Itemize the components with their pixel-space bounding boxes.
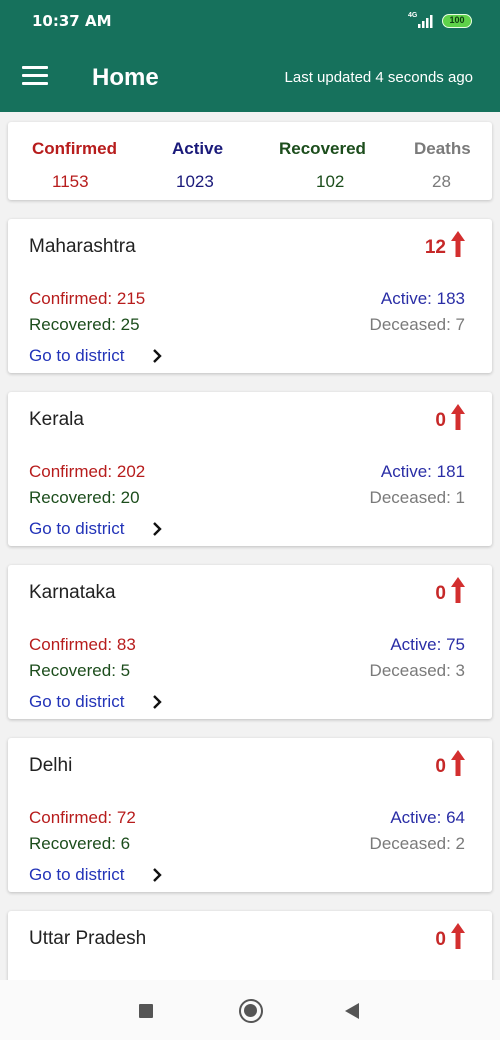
recents-square-icon[interactable] (139, 1004, 153, 1018)
confirmed-count: Confirmed: 202 (29, 462, 146, 481)
summary-active-value: 1023 (176, 172, 214, 191)
deceased-count: Deceased: 3 (369, 661, 465, 680)
menu-icon[interactable] (22, 66, 48, 86)
daily-change-value: 0 (435, 410, 446, 431)
daily-change-value: 0 (435, 929, 446, 950)
app-bar: Home Last updated 4 seconds ago (0, 42, 500, 112)
confirmed-count: Confirmed: 83 (29, 635, 136, 654)
summary-recovered-label: Recovered (279, 139, 366, 158)
state-name: Delhi (29, 755, 73, 776)
confirmed-count: Confirmed: 72 (29, 808, 136, 827)
summary-deaths-value: 28 (432, 172, 451, 191)
state-name: Maharashtra (29, 236, 136, 257)
system-nav-bar (0, 980, 500, 1040)
chevron-right-icon[interactable] (152, 348, 162, 364)
battery-icon: 100 (442, 14, 472, 28)
summary-active-label: Active (172, 139, 224, 158)
arrow-up-icon (451, 577, 465, 603)
deceased-count: Deceased: 1 (369, 488, 465, 507)
arrow-up-icon (451, 404, 465, 430)
go-to-district-link[interactable]: Go to district (29, 865, 124, 885)
arrow-up-icon (451, 231, 465, 257)
signal-icon (418, 15, 433, 28)
active-count: Active: 64 (390, 808, 465, 827)
back-triangle-icon[interactable] (344, 1002, 360, 1020)
chevron-right-icon[interactable] (152, 694, 162, 710)
active-count: Active: 75 (390, 635, 465, 654)
summary-confirmed-label: Confirmed (32, 139, 117, 158)
state-name: Uttar Pradesh (29, 928, 147, 949)
status-time: 10:37 AM (32, 12, 112, 30)
home-circle-icon[interactable] (239, 999, 263, 1023)
state-card[interactable]: Uttar Pradesh 0 (8, 911, 492, 991)
summary-card: Confirmed 1153 Active 1023 Recovered 102… (8, 122, 492, 200)
summary-confirmed-value: 1153 (52, 172, 89, 191)
network-type-label: 4G (408, 12, 418, 19)
recovered-count: Recovered: 6 (29, 834, 131, 853)
active-count: Active: 181 (380, 462, 465, 481)
arrow-up-icon (451, 923, 465, 949)
go-to-district-link[interactable]: Go to district (29, 346, 124, 366)
state-card[interactable]: Maharashtra 12 Confirmed: 215 Active: 18… (8, 219, 492, 373)
state-card[interactable]: Delhi 0 Confirmed: 72 Active: 64 Recover… (8, 738, 492, 892)
active-count: Active: 183 (380, 289, 465, 308)
summary-deaths-label: Deaths (414, 139, 471, 158)
deceased-count: Deceased: 2 (369, 834, 465, 853)
go-to-district-link[interactable]: Go to district (29, 519, 124, 539)
state-card[interactable]: Kerala 0 Confirmed: 202 Active: 181 Reco… (8, 392, 492, 546)
daily-change-value: 0 (435, 583, 446, 604)
confirmed-count: Confirmed: 215 (29, 289, 146, 308)
go-to-district-link[interactable]: Go to district (29, 692, 124, 712)
recovered-count: Recovered: 25 (29, 315, 140, 334)
recovered-count: Recovered: 5 (29, 661, 131, 680)
state-card[interactable]: Karnataka 0 Confirmed: 83 Active: 75 Rec… (8, 565, 492, 719)
daily-change-value: 12 (424, 237, 446, 258)
last-updated-text: Last updated 4 seconds ago (284, 69, 473, 86)
state-name: Kerala (29, 409, 84, 430)
summary-recovered-value: 102 (316, 172, 345, 191)
state-name: Karnataka (29, 582, 116, 603)
chevron-right-icon[interactable] (152, 867, 162, 883)
arrow-up-icon (451, 750, 465, 776)
daily-change-value: 0 (435, 756, 446, 777)
deceased-count: Deceased: 7 (369, 315, 465, 334)
chevron-right-icon[interactable] (152, 521, 162, 537)
status-bar: 10:37 AM 4G 100 (0, 0, 500, 42)
page-title: Home (92, 64, 159, 91)
recovered-count: Recovered: 20 (29, 488, 140, 507)
